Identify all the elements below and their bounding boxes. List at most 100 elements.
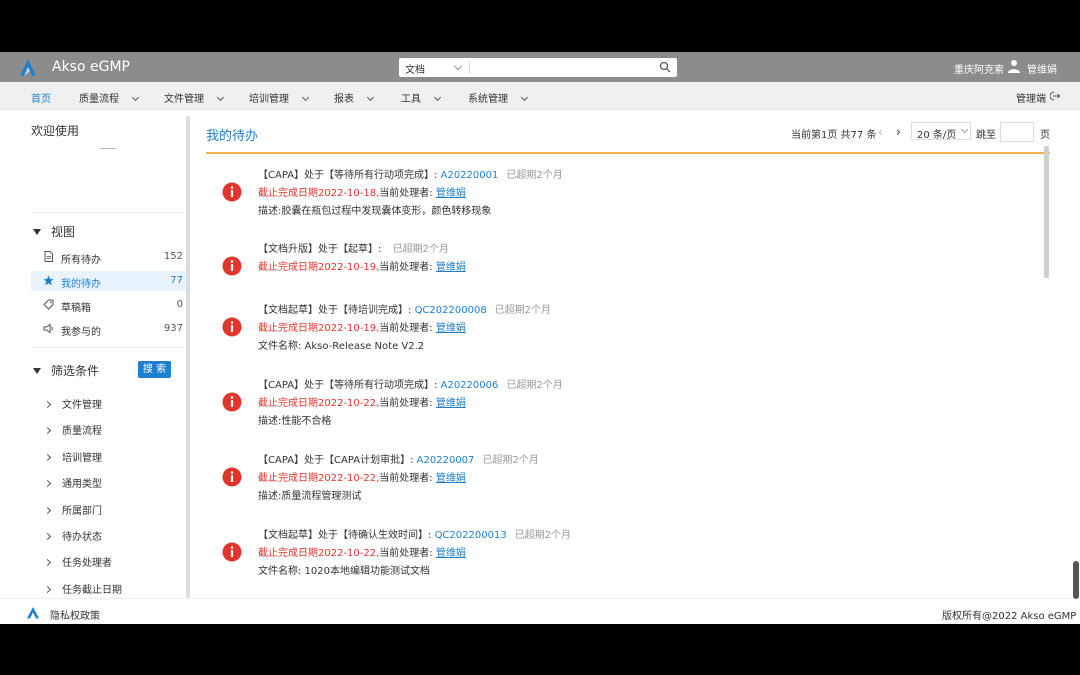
task-item[interactable]: 【CAPA】处于【CAPA计划审批】: A20220007 已超期2个月 截止完成日… bbox=[206, 451, 1036, 517]
akso-logo-icon bbox=[27, 607, 39, 619]
page-scrollbar[interactable] bbox=[1073, 561, 1079, 599]
filter-item-label: 任务处理者 bbox=[62, 558, 112, 569]
app-window: Akso eGMP 文档 重庆阿克索 管维娟 首页 质量流程 文件管理 培训管理… bbox=[0, 52, 1080, 624]
page-size-select[interactable]: 20 条/页 bbox=[911, 122, 971, 141]
view-item-drafts[interactable]: 草稿箱 0 bbox=[31, 295, 187, 315]
filter-search-button[interactable]: 搜 索 bbox=[138, 361, 171, 378]
task-id-link[interactable]: QC202200008 bbox=[415, 305, 487, 316]
task-handler-link[interactable]: 管维娟 bbox=[436, 188, 466, 199]
view-item-label: 我参与的 bbox=[61, 327, 101, 338]
task-item[interactable]: 【CAPA】处于【等待所有行动项完成】: A20220006 已超期2个月 截止完成… bbox=[206, 376, 1036, 442]
task-detail: 描述:性能不合格 bbox=[258, 416, 332, 427]
nav-item-documents[interactable]: 文件管理 bbox=[164, 90, 225, 105]
chevron-down-icon bbox=[216, 93, 225, 102]
filter-item-general-type[interactable]: 通用类型 bbox=[43, 475, 102, 490]
filter-item-documents[interactable]: 文件管理 bbox=[43, 396, 102, 411]
view-item-label: 我的待办 bbox=[61, 279, 101, 290]
nav-item-home[interactable]: 首页 bbox=[31, 90, 51, 105]
alert-icon bbox=[222, 467, 242, 487]
chevron-right-icon bbox=[43, 479, 52, 488]
task-handler-label: 当前处理者: bbox=[379, 473, 436, 484]
search-icon[interactable] bbox=[659, 61, 671, 73]
task-title: 【CAPA】处于【等待所有行动项完成】: A20220006 已超期2个月 bbox=[258, 376, 563, 391]
nav-item-label: 首页 bbox=[31, 94, 51, 105]
task-handler-link[interactable]: 管维娟 bbox=[436, 473, 466, 484]
task-prefix: 【CAPA】处于【等待所有行动项完成】: bbox=[258, 170, 441, 181]
top-bar: Akso eGMP 文档 重庆阿克索 管维娟 bbox=[0, 52, 1080, 82]
task-id-link[interactable]: A20220007 bbox=[417, 455, 475, 466]
task-meta: 截止完成日期2022-10-19,当前处理者: 管维娟 bbox=[258, 319, 466, 334]
alert-icon bbox=[222, 256, 242, 276]
chevron-down-icon[interactable] bbox=[453, 61, 463, 71]
task-handler-label: 当前处理者: bbox=[379, 548, 436, 559]
task-item[interactable]: 【文档起草】处于【待培训完成】: QC202200008 已超期2个月 截止完成日期… bbox=[206, 301, 1036, 367]
search-input[interactable] bbox=[473, 60, 653, 75]
search-divider bbox=[469, 61, 470, 74]
nav-item-label: 报表 bbox=[334, 94, 354, 105]
task-id-link[interactable]: A20220006 bbox=[441, 380, 499, 391]
nav-item-reports[interactable]: 报表 bbox=[334, 90, 375, 105]
pager-unit-label: 页 bbox=[1040, 130, 1050, 141]
alert-icon bbox=[222, 317, 242, 337]
logout-icon[interactable] bbox=[1050, 91, 1060, 101]
page-title: 我的待办 bbox=[206, 129, 259, 144]
nav-item-system[interactable]: 系统管理 bbox=[468, 90, 529, 105]
task-overdue-badge: 已超期2个月 bbox=[392, 244, 449, 255]
task-handler-link[interactable]: 管维娟 bbox=[436, 548, 466, 559]
task-handler-link[interactable]: 管维娟 bbox=[436, 262, 466, 273]
task-id-link[interactable]: A20220001 bbox=[441, 170, 499, 181]
app-title[interactable]: Akso eGMP bbox=[52, 59, 130, 75]
panel-header-divider bbox=[206, 152, 1050, 154]
view-item-label: 所有待办 bbox=[61, 255, 101, 266]
admin-link[interactable]: 管理端 bbox=[1016, 90, 1046, 105]
akso-logo-icon[interactable] bbox=[18, 57, 38, 77]
task-title: 【CAPA】处于【等待所有行动项完成】: A20220001 已超期2个月 bbox=[258, 166, 563, 181]
task-prefix: 【文档起草】处于【待确认生效时间】: bbox=[258, 530, 435, 541]
task-item[interactable]: 【CAPA】处于【等待所有行动项完成】: A20220001 已超期2个月 截止完成… bbox=[206, 166, 1036, 232]
task-prefix: 【CAPA】处于【CAPA计划审批】: bbox=[258, 455, 417, 466]
tenant-name[interactable]: 重庆阿克索 bbox=[954, 61, 1004, 76]
pager-next-button[interactable]: › bbox=[896, 125, 901, 139]
task-list-scrollbar[interactable] bbox=[1044, 146, 1049, 278]
search-type-select[interactable]: 文档 bbox=[405, 61, 425, 76]
alert-icon bbox=[222, 182, 242, 202]
task-handler-link[interactable]: 管维娟 bbox=[436, 323, 466, 334]
task-handler-link[interactable]: 管维娟 bbox=[436, 398, 466, 409]
view-item-participated[interactable]: 我参与的 937 bbox=[31, 319, 187, 339]
nav-item-tools[interactable]: 工具 bbox=[401, 90, 442, 105]
tag-icon bbox=[43, 299, 54, 310]
filter-item-department[interactable]: 所属部门 bbox=[43, 502, 102, 517]
view-item-count: 937 bbox=[163, 323, 183, 334]
nav-item-quality[interactable]: 质量流程 bbox=[79, 90, 140, 105]
task-prefix: 【文档升版】处于【起草】: bbox=[258, 244, 385, 255]
filter-item-quality[interactable]: 质量流程 bbox=[43, 422, 102, 437]
task-id-link[interactable]: QC202200013 bbox=[435, 530, 507, 541]
task-item[interactable]: 【文档升版】处于【起草】: 已超期2个月截止完成日期2022-10-19,当前处… bbox=[206, 240, 1036, 306]
sidebar-scrollbar[interactable] bbox=[186, 116, 190, 598]
filter-item-label: 待办状态 bbox=[62, 532, 102, 543]
task-meta: 截止完成日期2022-10-18,当前处理者: 管维娟 bbox=[258, 184, 466, 199]
task-meta: 截止完成日期2022-10-19,当前处理者: 管维娟 bbox=[258, 258, 466, 273]
task-deadline: 截止完成日期2022-10-22, bbox=[258, 473, 380, 484]
view-item-my-todos[interactable]: 我的待办 77 bbox=[31, 271, 187, 291]
view-section-toggle[interactable]: 视图 bbox=[33, 223, 75, 240]
nav-item-label: 系统管理 bbox=[468, 94, 508, 105]
filter-section-toggle[interactable]: 筛选条件 bbox=[33, 362, 99, 379]
filter-item-training[interactable]: 培训管理 bbox=[43, 449, 102, 464]
copyright-text: 版权所有@2022 Akso eGMP bbox=[942, 611, 1077, 622]
username[interactable]: 管维娟 bbox=[1027, 61, 1057, 76]
task-item[interactable]: 【文档起草】处于【待确认生效时间】: QC202200013 已超期2个月 截止完成… bbox=[206, 526, 1036, 592]
filter-item-status[interactable]: 待办状态 bbox=[43, 528, 102, 543]
pager-prev-button[interactable]: ‹ bbox=[878, 125, 883, 139]
pager-goto-input[interactable] bbox=[1000, 122, 1034, 142]
filter-item-handler[interactable]: 任务处理者 bbox=[43, 554, 112, 569]
privacy-policy-link[interactable]: 隐私权政策 bbox=[50, 607, 100, 622]
nav-item-training[interactable]: 培训管理 bbox=[249, 90, 310, 105]
view-item-all-todos[interactable]: 所有待办 152 bbox=[31, 247, 187, 267]
chevron-down-icon bbox=[366, 93, 375, 102]
filter-section-title: 筛选条件 bbox=[51, 364, 100, 378]
filter-item-deadline[interactable]: 任务截止日期 bbox=[43, 581, 122, 596]
task-overdue-badge: 已超期2个月 bbox=[494, 305, 552, 316]
user-icon[interactable] bbox=[1007, 59, 1021, 73]
filter-item-label: 任务截止日期 bbox=[62, 585, 122, 596]
